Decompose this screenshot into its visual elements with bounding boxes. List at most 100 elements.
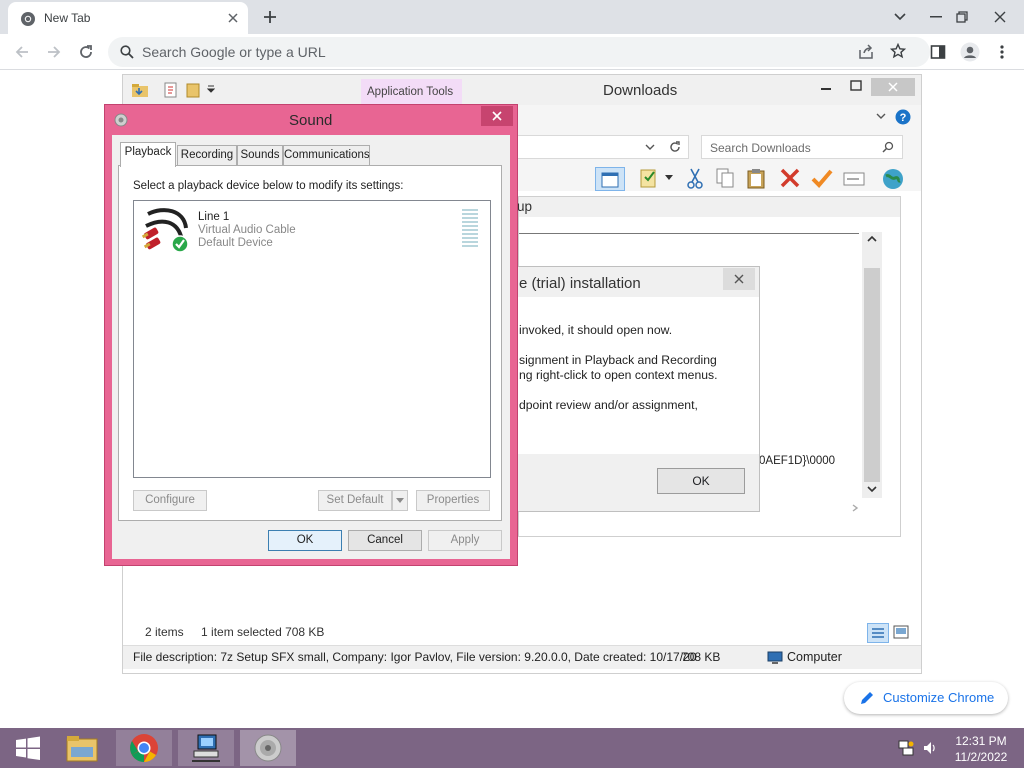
pencil-icon — [859, 690, 875, 706]
sound-close-button[interactable] — [481, 106, 513, 126]
close-window-icon[interactable] — [984, 0, 1016, 34]
properties-button[interactable]: Properties — [416, 490, 490, 511]
message-line: dpoint review and/or assignment, — [519, 398, 698, 412]
select-dropdown-icon[interactable] — [665, 175, 673, 181]
delete-icon[interactable] — [779, 167, 801, 189]
cancel-button[interactable]: Cancel — [348, 530, 422, 551]
message-line: ng right-click to open context menus. — [519, 368, 718, 382]
cut-icon[interactable] — [685, 167, 705, 189]
sound-body: Playback Recording Sounds Communications… — [112, 135, 510, 559]
select-icon[interactable] — [639, 167, 661, 189]
details-view-icon[interactable] — [867, 623, 889, 643]
tab-new-tab[interactable]: New Tab — [8, 2, 248, 34]
line-cable-icon — [142, 206, 192, 254]
explorer-close-button[interactable] — [871, 78, 915, 96]
file-explorer-taskbar-icon[interactable] — [54, 730, 110, 766]
volume-tray-icon[interactable] — [922, 740, 938, 756]
profile-avatar-icon[interactable] — [960, 42, 980, 62]
address-dropdown-icon[interactable] — [644, 142, 656, 152]
explorer-minimize-icon[interactable] — [819, 79, 833, 93]
back-icon[interactable] — [12, 42, 32, 62]
tab-communications[interactable]: Communications — [283, 145, 370, 166]
tab-sounds[interactable]: Sounds — [237, 145, 283, 166]
device-list[interactable]: Line 1 Virtual Audio Cable Default Devic… — [133, 200, 491, 478]
sound-dialog: Sound Playback Recording Sounds Communic… — [104, 104, 518, 566]
scroll-right-icon[interactable] — [851, 503, 859, 513]
explorer-titlebar: Application Tools Downloads — [123, 75, 921, 105]
refresh-icon[interactable] — [668, 140, 682, 154]
configure-button[interactable]: Configure — [133, 490, 207, 511]
sound-title: Sound — [289, 112, 333, 129]
reload-icon[interactable] — [76, 42, 96, 62]
search-downloads-input[interactable]: Search Downloads — [701, 135, 903, 159]
device-list-item[interactable]: Line 1 Virtual Audio Cable Default Devic… — [136, 203, 488, 253]
location-label: Computer — [787, 650, 842, 664]
network-app-taskbar-icon[interactable] — [178, 730, 234, 766]
chrome-taskbar-icon[interactable] — [116, 730, 172, 766]
tab-search-icon[interactable] — [884, 0, 916, 34]
clock-time: 12:31 PM — [955, 734, 1007, 748]
bookmark-star-icon[interactable] — [890, 43, 906, 59]
explorer-maximize-icon[interactable] — [849, 79, 863, 93]
message-box-close-button[interactable] — [723, 268, 755, 290]
tab-close-icon[interactable] — [226, 11, 240, 25]
ribbon-expand-icon[interactable] — [875, 111, 887, 121]
scroll-up-icon[interactable] — [866, 234, 878, 244]
share-icon[interactable] — [858, 44, 874, 60]
ribbon-tab-application-tools[interactable]: Application Tools — [361, 79, 462, 105]
forward-icon[interactable] — [44, 42, 64, 62]
help-icon[interactable]: ? — [895, 109, 911, 125]
start-button[interactable] — [0, 730, 56, 766]
set-default-dropdown-icon[interactable] — [392, 490, 408, 511]
tab-playback[interactable]: Playback — [120, 142, 176, 167]
properties-icon[interactable] — [163, 81, 179, 99]
sound-taskbar-icon[interactable] — [240, 730, 296, 766]
side-panel-icon[interactable] — [928, 42, 948, 62]
new-folder-icon[interactable] — [185, 81, 201, 99]
tab-strip: New Tab — [0, 0, 1024, 34]
rename-field-icon[interactable] — [843, 171, 865, 187]
chrome-menu-icon[interactable] — [992, 42, 1012, 62]
application-tools-label: Application Tools — [367, 86, 454, 98]
set-default-button[interactable]: Set Default — [318, 490, 392, 511]
browser-toolbar: Search Google or type a URL — [0, 34, 1024, 70]
setup-title-fragment: up — [517, 199, 533, 214]
customize-chrome-button[interactable]: Customize Chrome — [844, 682, 1008, 714]
paste-icon[interactable] — [745, 167, 767, 189]
restore-icon[interactable] — [946, 0, 978, 34]
message-line: signment in Playback and Recording — [519, 353, 717, 367]
large-icons-view-icon[interactable] — [893, 625, 909, 639]
message-box-footer: OK — [501, 454, 759, 511]
status-item-count: 2 items 1 item selected 708 KB — [145, 625, 324, 639]
message-ok-button[interactable]: OK — [657, 468, 745, 494]
taskbar — [0, 728, 1024, 768]
playback-instruction: Select a playback device below to modify… — [133, 180, 404, 192]
preview-pane-icon[interactable] — [595, 167, 625, 191]
computer-icon — [767, 650, 783, 666]
message-box-body: invoked, it should open now. signment in… — [519, 323, 755, 413]
address-bar[interactable] — [513, 135, 689, 159]
explorer-title: Downloads — [603, 82, 678, 99]
rename-check-icon[interactable] — [811, 167, 833, 189]
taskbar-clock[interactable]: 12:31 PM 11/2/2022 — [950, 733, 1012, 765]
search-downloads-placeholder: Search Downloads — [710, 141, 811, 155]
ok-button[interactable]: OK — [268, 530, 342, 551]
globe-icon[interactable] — [881, 167, 905, 191]
tab-recording[interactable]: Recording — [177, 145, 237, 166]
scroll-thumb[interactable] — [864, 268, 880, 482]
setup-divider — [519, 233, 859, 234]
network-tray-icon[interactable] — [898, 740, 914, 756]
file-size: 708 KB — [681, 650, 721, 664]
new-tab-icon[interactable] — [262, 9, 278, 25]
copy-icon[interactable] — [715, 167, 735, 189]
omnibox[interactable]: Search Google or type a URL — [108, 37, 930, 67]
device-description: Virtual Audio Cable — [198, 224, 296, 236]
scroll-down-icon[interactable] — [866, 484, 878, 494]
installation-message-box: e (trial) installation invoked, it shoul… — [500, 266, 760, 512]
apply-button[interactable]: Apply — [428, 530, 502, 551]
setup-scrollbar[interactable] — [862, 232, 882, 498]
search-icon — [120, 45, 134, 59]
quick-access-dropdown-icon[interactable] — [207, 85, 215, 93]
setup-header: up — [517, 197, 900, 217]
sound-titlebar: Sound — [105, 105, 517, 135]
